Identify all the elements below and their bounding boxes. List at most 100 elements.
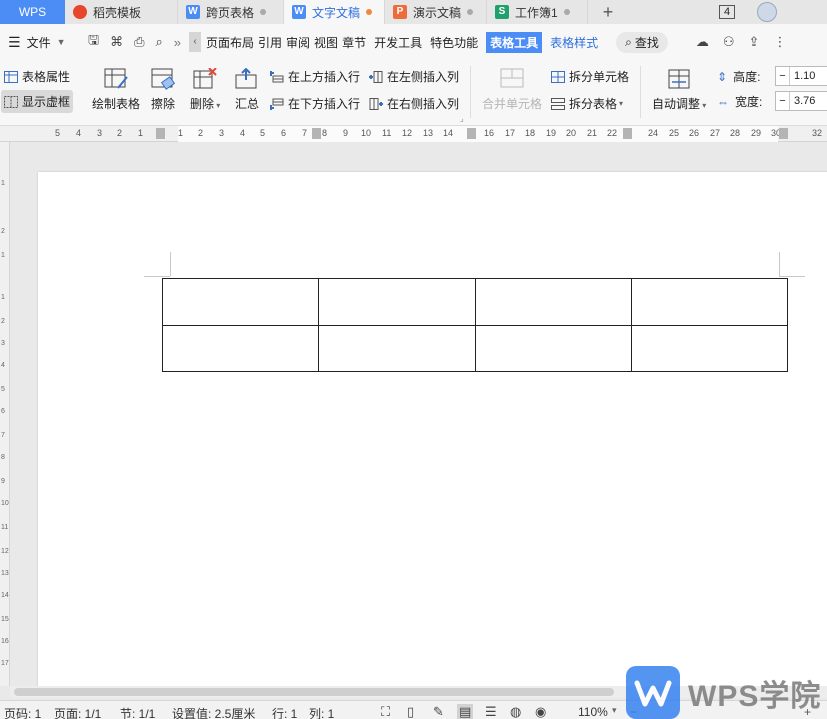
write-mode-icon[interactable]: ✎ [433, 704, 444, 719]
row-height-icon: ⇕ [717, 69, 728, 84]
row-height-input[interactable]: − 1.10 [775, 66, 827, 86]
tab-presentation[interactable]: P 演示文稿 [385, 0, 487, 24]
share-icon[interactable]: ⇪ [749, 34, 760, 50]
unsaved-dot-icon [366, 9, 373, 15]
erase-button[interactable]: 擦除 [151, 68, 175, 112]
tab-developer[interactable]: 开发工具 [372, 34, 424, 51]
new-tab-plus-icon[interactable]: + [588, 0, 628, 24]
vertical-ruler[interactable]: 1 2 1 1 2 3 4 5 6 7 8 9 10 11 12 13 14 1… [0, 142, 10, 686]
column-width-input[interactable]: − 3.76 [775, 91, 827, 111]
tab-references[interactable]: 引用 [256, 34, 284, 51]
tab-page-layout[interactable]: 页面布局 [204, 34, 256, 51]
insert-column-left-button[interactable]: 在左侧插入列 [369, 68, 459, 85]
eye-protection-icon[interactable]: ◉ [535, 704, 546, 719]
menu-more-icon[interactable]: ⋮ [773, 34, 786, 50]
status-section[interactable]: 节: 1/1 [120, 705, 155, 719]
tab-table-style[interactable]: 表格样式 [548, 34, 600, 51]
ruler-number: 7 [1, 432, 5, 439]
fullscreen-icon[interactable]: ⛶ [381, 704, 390, 719]
table-cell[interactable] [630, 278, 789, 326]
table-cell[interactable] [318, 278, 476, 326]
tab-cross-page-table[interactable]: W 跨页表格 [178, 0, 284, 24]
spreadsheet-icon: S [495, 5, 509, 19]
more-icon[interactable]: » [174, 35, 181, 50]
merge-cells-icon [500, 68, 524, 88]
ruler-column-marker[interactable] [312, 128, 321, 139]
show-gridlines-button[interactable]: 显示虚框 [1, 90, 74, 113]
search-box[interactable]: ⌕ 查找 [616, 31, 668, 53]
table-cell[interactable] [161, 278, 320, 326]
gridlines-icon [4, 95, 18, 108]
auto-fit-button[interactable]: 自动调整 ▾ [652, 68, 706, 112]
ruler-number: 13 [423, 128, 434, 138]
save-icon[interactable]: 🖫 [88, 31, 99, 53]
status-page[interactable]: 页面: 1/1 [54, 705, 101, 719]
window-count-badge[interactable]: 4 [719, 5, 735, 19]
document-table[interactable] [161, 278, 789, 372]
draw-table-button[interactable]: 绘制表格 [92, 68, 140, 112]
document-page[interactable] [38, 172, 827, 692]
summary-button[interactable]: 汇总 [235, 68, 259, 112]
insert-row-above-button[interactable]: 在上方插入行 [270, 68, 360, 85]
outline-view-icon[interactable]: ☰ [485, 704, 497, 719]
page-view-icon[interactable]: ▤ [457, 704, 474, 719]
watermark-text: WPS学院 [688, 679, 822, 713]
wps-w-icon [634, 680, 672, 706]
table-row [161, 324, 789, 372]
status-page-code[interactable]: 页码: 1 [4, 705, 41, 719]
web-view-icon[interactable]: ◍ [510, 704, 521, 719]
tabs-scroll-left-icon[interactable]: ‹ [189, 32, 201, 52]
group-expand-icon[interactable]: ⌟ [460, 114, 464, 123]
collaborate-icon[interactable]: ⚇ [723, 34, 735, 50]
horizontal-ruler[interactable]: 5 4 3 2 1 1 2 3 4 5 6 7 8 9 10 11 12 13 … [0, 126, 827, 142]
split-cells-button[interactable]: 拆分单元格 [551, 68, 629, 85]
document-canvas[interactable] [10, 142, 827, 692]
tab-workbook[interactable]: S 工作簿1 [487, 0, 588, 24]
file-menu[interactable]: ☰ 文件 ▼ [0, 34, 80, 51]
summary-icon [235, 68, 257, 89]
column-width-decrease-button[interactable]: − [776, 92, 790, 110]
insert-row-below-button[interactable]: 在下方插入行 [270, 95, 360, 112]
tab-writer-document[interactable]: W 文字文稿 [284, 0, 385, 24]
tab-review[interactable]: 审阅 [284, 34, 312, 51]
ruler-number: 1 [1, 180, 5, 187]
print-icon[interactable]: ⎙ [134, 34, 144, 50]
table-cell[interactable] [474, 324, 632, 372]
zoom-level[interactable]: 110% [578, 705, 608, 719]
split-table-button[interactable]: 拆分表格 ▾ [551, 95, 623, 112]
table-grid[interactable] [161, 278, 789, 372]
tab-view[interactable]: 视图 [312, 34, 340, 51]
delete-button[interactable]: 删除 ▾ [190, 68, 220, 112]
tab-special-features[interactable]: 特色功能 [428, 34, 480, 51]
format-painter-icon[interactable]: ⌘ [110, 34, 123, 50]
tab-section[interactable]: 章节 [340, 34, 368, 51]
table-properties-button[interactable]: 表格属性 [4, 68, 70, 85]
ruler-column-marker[interactable] [623, 128, 632, 139]
cloud-icon[interactable]: ☁ [696, 34, 709, 50]
scrollbar-thumb[interactable] [14, 688, 614, 696]
split-table-icon [551, 97, 565, 110]
merge-cells-button[interactable]: 合并单元格 [482, 68, 542, 112]
table-cell[interactable] [474, 278, 632, 326]
ruler-number: 14 [1, 592, 9, 599]
zoom-dropdown-icon[interactable]: ▾ [612, 705, 617, 716]
print-preview-icon[interactable]: ⌕ [155, 34, 162, 50]
row-height-decrease-button[interactable]: − [776, 67, 790, 85]
status-setting[interactable]: 设置值: 2.5厘米 [172, 705, 255, 719]
read-mode-icon[interactable]: ▯ [407, 704, 414, 719]
ruler-column-marker[interactable] [467, 128, 476, 139]
tab-docer-templates[interactable]: 稻壳模板 [65, 0, 178, 24]
ruler-column-marker[interactable] [156, 128, 165, 139]
table-cell[interactable] [161, 324, 320, 372]
insert-column-right-button[interactable]: 在右侧插入列 [369, 95, 459, 112]
table-row [161, 278, 789, 326]
menu-right-icons: ☁ ⚇ ⇪ ⋮ [696, 34, 787, 50]
tab-wps-home[interactable]: WPS [0, 0, 65, 24]
ruler-column-marker[interactable] [779, 128, 788, 139]
ruler-number: 1 [1, 252, 5, 259]
ruler-number: 6 [1, 408, 5, 415]
tab-table-tools[interactable]: 表格工具 [486, 31, 543, 53]
table-cell[interactable] [630, 324, 789, 372]
table-cell[interactable] [318, 324, 476, 372]
avatar[interactable] [757, 2, 777, 22]
